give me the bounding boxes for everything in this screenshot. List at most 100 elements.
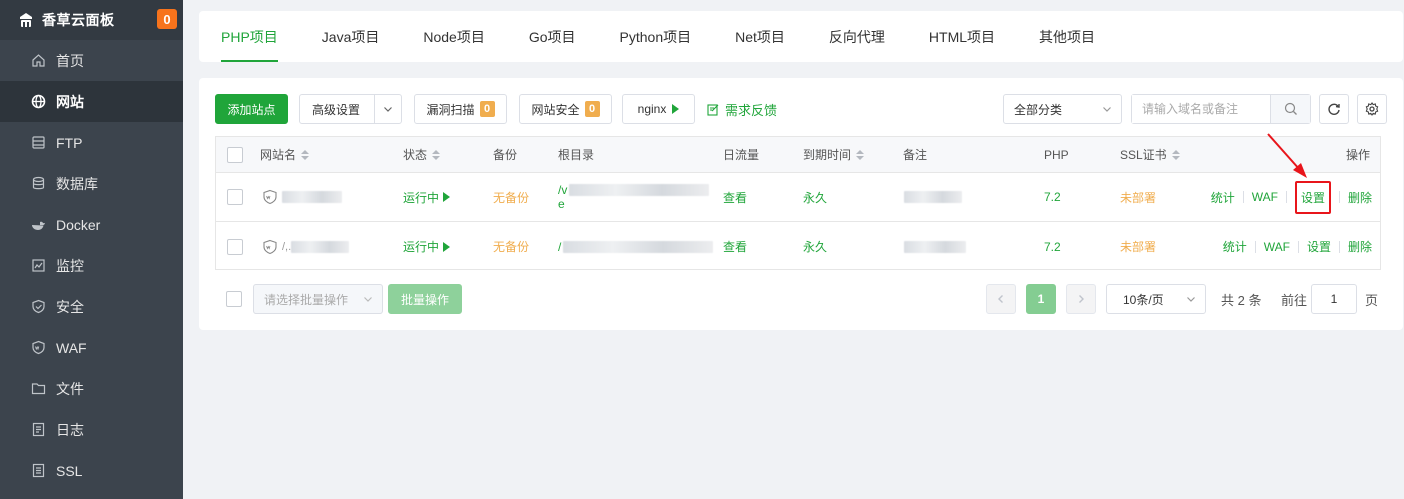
sidebar-item-3[interactable]: 数据库: [0, 163, 183, 204]
php-version[interactable]: 7.2: [1044, 173, 1061, 221]
footer-select-all-checkbox[interactable]: [226, 291, 242, 307]
tab-1[interactable]: Java项目: [300, 11, 402, 62]
shield-icon: [30, 299, 46, 315]
sidebar-item-5[interactable]: 监控: [0, 245, 183, 286]
refresh-button[interactable]: [1319, 94, 1349, 124]
sidebar-item-0[interactable]: 首页: [0, 40, 183, 81]
page-size-select[interactable]: 10条/页: [1106, 284, 1206, 314]
header-php: PHP: [1044, 147, 1069, 162]
waf-icon: [262, 189, 278, 205]
header-name[interactable]: 网站名: [260, 137, 310, 172]
tab-3[interactable]: Go项目: [507, 11, 598, 62]
tab-5[interactable]: Net项目: [713, 11, 807, 62]
row-actions: 统计 WAF 设置 删除: [1223, 222, 1372, 271]
sidebar-item-1[interactable]: 网站: [0, 81, 183, 122]
add-site-button[interactable]: 添加站点: [215, 94, 288, 124]
sidebar-item-label: 文件: [56, 380, 84, 397]
category-select[interactable]: 全部分类: [1003, 94, 1122, 124]
site-security-button[interactable]: 网站安全 0: [519, 94, 612, 124]
tab-6[interactable]: 反向代理: [807, 11, 907, 62]
root-path[interactable]: /: [558, 222, 714, 271]
sidebar: 香草云面板 0 首页网站 FTP 数据库 Docker 监控 安全 WAF 文件日志 SSL: [0, 0, 183, 499]
site-name[interactable]: [262, 173, 342, 221]
refresh-icon: [1328, 103, 1340, 115]
redacted-domain: [282, 191, 342, 203]
chevron-right-icon: [1079, 295, 1084, 303]
remark[interactable]: [904, 173, 962, 221]
delete-link[interactable]: 删除: [1348, 238, 1372, 255]
row-checkbox[interactable]: [227, 189, 243, 205]
expire-date[interactable]: 永久: [803, 173, 827, 221]
header-ssl[interactable]: SSL证书: [1120, 137, 1180, 172]
sort-icon: [1171, 149, 1180, 160]
row-actions: 统计 WAF 设置 删除: [1211, 173, 1372, 221]
prev-page-button[interactable]: [986, 284, 1016, 314]
root-path[interactable]: /v e: [558, 173, 710, 221]
sidebar-item-2[interactable]: FTP: [0, 122, 183, 163]
page-1-button[interactable]: 1: [1026, 284, 1056, 314]
delete-link[interactable]: 删除: [1348, 189, 1372, 206]
remark[interactable]: [904, 222, 966, 271]
header-remark: 备注: [903, 148, 928, 162]
sidebar-item-8[interactable]: 文件: [0, 368, 183, 409]
sidebar-item-label: Docker: [56, 216, 101, 233]
site-table: 网站名 状态 备份 根目录 日流量 到期时间 备注 PHP SSL证书 操作 运…: [215, 136, 1381, 270]
backup-status[interactable]: 无备份: [493, 222, 529, 271]
ssl-status[interactable]: 未部署: [1120, 222, 1156, 271]
sidebar-item-label: FTP: [56, 134, 83, 151]
waf-link[interactable]: WAF: [1264, 240, 1290, 254]
advanced-settings-dropdown[interactable]: 高级设置: [299, 94, 402, 124]
traffic-view-link[interactable]: 查看: [723, 173, 747, 221]
settings-link[interactable]: 设置: [1307, 238, 1331, 255]
goto-label: 前往: [1281, 292, 1308, 308]
expire-date[interactable]: 永久: [803, 222, 827, 271]
sidebar-item-label: 网站: [56, 93, 84, 110]
next-page-button[interactable]: [1066, 284, 1096, 314]
tab-2[interactable]: Node项目: [401, 11, 506, 62]
row-checkbox[interactable]: [227, 238, 243, 255]
notification-badge[interactable]: 0: [157, 9, 177, 29]
search-box: [1131, 94, 1311, 124]
backup-status[interactable]: 无备份: [493, 173, 529, 221]
header-expire[interactable]: 到期时间: [803, 137, 865, 172]
docker-icon: [30, 217, 46, 233]
tab-7[interactable]: HTML项目: [907, 11, 1017, 62]
sidebar-item-10[interactable]: SSL: [0, 450, 183, 491]
batch-action-button[interactable]: 批量操作: [388, 284, 462, 314]
sidebar-item-7[interactable]: WAF: [0, 327, 183, 368]
feedback-link[interactable]: 需求反馈: [707, 94, 777, 124]
search-input[interactable]: [1132, 95, 1270, 123]
header-status[interactable]: 状态: [403, 137, 441, 172]
waf-icon: [30, 340, 46, 356]
play-icon: [443, 192, 451, 202]
search-button[interactable]: [1270, 95, 1310, 123]
select-all-checkbox[interactable]: [227, 146, 243, 163]
folder-icon: [30, 381, 46, 397]
vuln-scan-button[interactable]: 漏洞扫描 0: [414, 94, 507, 124]
tab-0[interactable]: PHP项目: [199, 11, 300, 62]
total-count: 共 2 条: [1221, 292, 1262, 308]
status-running[interactable]: 运行中: [403, 222, 451, 271]
header-traffic: 日流量: [723, 148, 760, 162]
sidebar-item-9[interactable]: 日志: [0, 409, 183, 450]
settings-button[interactable]: [1357, 94, 1387, 124]
php-version[interactable]: 7.2: [1044, 222, 1061, 271]
batch-action-select[interactable]: 请选择批量操作: [253, 284, 383, 314]
ssl-status[interactable]: 未部署: [1120, 173, 1156, 221]
status-running[interactable]: 运行中: [403, 173, 451, 221]
stats-link[interactable]: 统计: [1211, 189, 1235, 206]
site-name[interactable]: /,.: [262, 222, 350, 271]
tab-4[interactable]: Python项目: [598, 11, 714, 62]
goto-page-input[interactable]: [1311, 284, 1357, 314]
sidebar-item-4[interactable]: Docker: [0, 204, 183, 245]
nginx-button[interactable]: nginx: [622, 94, 695, 124]
stats-link[interactable]: 统计: [1223, 238, 1247, 255]
sidebar-item-6[interactable]: 安全: [0, 286, 183, 327]
brand[interactable]: 香草云面板 0: [0, 0, 183, 40]
settings-link[interactable]: 设置: [1294, 180, 1331, 214]
advanced-settings-label: 高级设置: [312, 102, 361, 117]
waf-link[interactable]: WAF: [1252, 190, 1278, 204]
nginx-label: nginx: [637, 102, 667, 116]
tab-8[interactable]: 其他项目: [1017, 11, 1117, 62]
traffic-view-link[interactable]: 查看: [723, 222, 747, 271]
